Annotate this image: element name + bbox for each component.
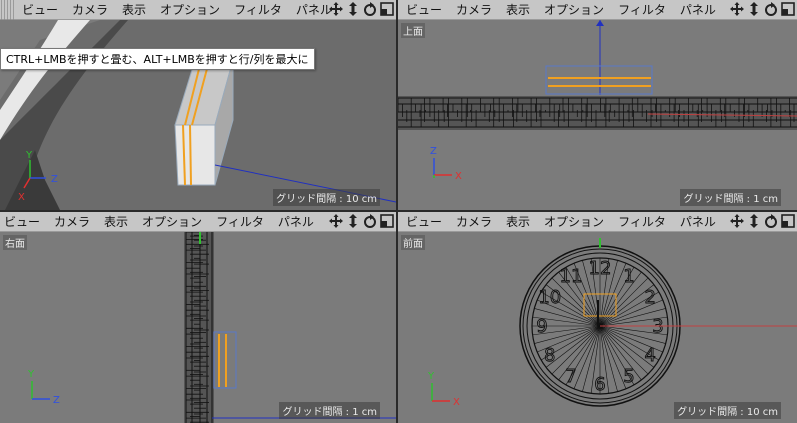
viewport-front[interactable]: ビュー カメラ 表示 オプション フィルタ パネル 12 1 2 3 4 5 6 7 8 9 10 1… <box>398 212 797 423</box>
menu-camera[interactable]: カメラ <box>449 0 499 20</box>
nav-icons <box>730 1 795 17</box>
rotate-icon[interactable] <box>764 213 778 229</box>
menu-display[interactable]: 表示 <box>499 0 537 20</box>
viewport-menubar: ビュー カメラ 表示 オプション フィルタ パネル <box>398 0 797 20</box>
clock-numeral: 10 <box>538 287 561 308</box>
toggle-view-icon[interactable] <box>781 1 795 17</box>
viewport-menubar: ビュー カメラ 表示 オプション フィルタ パネル <box>398 212 797 232</box>
menu-options[interactable]: オプション <box>537 0 611 20</box>
view-title: 上面 <box>401 23 425 38</box>
toggle-view-icon[interactable] <box>781 213 795 229</box>
axis-label-z: Z <box>430 146 437 157</box>
move-icon[interactable] <box>730 213 744 229</box>
axis-label-x: X <box>455 171 462 182</box>
grid-spacing-label: グリッド間隔 : 10 cm <box>273 189 380 206</box>
axis-label-x: X <box>453 397 460 408</box>
menu-display[interactable]: 表示 <box>499 212 537 232</box>
move-icon[interactable] <box>329 213 343 229</box>
clock-numeral: 11 <box>560 266 583 287</box>
menu-display[interactable]: 表示 <box>97 212 135 232</box>
menu-view[interactable]: ビュー <box>0 212 47 232</box>
menu-panel[interactable]: パネル <box>271 212 321 232</box>
menu-camera[interactable]: カメラ <box>47 212 97 232</box>
scale-icon[interactable] <box>346 213 360 229</box>
clock-numeral: 9 <box>536 316 547 337</box>
menu-camera[interactable]: カメラ <box>65 0 115 20</box>
axis-label-z: Z <box>51 174 58 185</box>
viewport-right[interactable]: ビュー カメラ 表示 オプション フィルタ パネル 右面 Y Z グリッド間隔 … <box>0 212 396 423</box>
scale-icon[interactable] <box>747 213 761 229</box>
menu-filter[interactable]: フィルタ <box>611 0 673 20</box>
panel-grip-handle[interactable] <box>1 0 15 20</box>
axis-gizmo: Y Z <box>27 369 60 406</box>
nav-icons <box>329 1 394 17</box>
menu-view[interactable]: ビュー <box>398 0 449 20</box>
axis-label-y: Y <box>25 150 33 161</box>
clock-numeral: 2 <box>645 287 656 308</box>
clock-numeral: 8 <box>544 345 555 366</box>
move-icon[interactable] <box>329 1 343 17</box>
menu-view[interactable]: ビュー <box>398 212 449 232</box>
grid-spacing-label: グリッド間隔 : 1 cm <box>279 402 380 419</box>
view-title: 前面 <box>401 235 425 250</box>
menu-filter[interactable]: フィルタ <box>611 212 673 232</box>
scale-icon[interactable] <box>747 1 761 17</box>
menu-filter[interactable]: フィルタ <box>209 212 271 232</box>
menu-camera[interactable]: カメラ <box>449 212 499 232</box>
tooltip: CTRL+LMBを押すと畳む、ALT+LMBを押すと行/列を最大に <box>0 48 315 70</box>
axis-label-y: Y <box>427 371 435 382</box>
view-title: 右面 <box>3 235 27 250</box>
menu-filter[interactable]: フィルタ <box>227 0 289 20</box>
grid-spacing-label: グリッド間隔 : 1 cm <box>680 189 781 206</box>
toggle-view-icon[interactable] <box>380 1 394 17</box>
menu-panel[interactable]: パネル <box>673 0 723 20</box>
rotate-icon[interactable] <box>363 1 377 17</box>
menu-options[interactable]: オプション <box>135 212 209 232</box>
clock-numeral: 4 <box>645 345 656 366</box>
viewport-perspective[interactable]: ビュー カメラ 表示 オプション フィルタ パネル CTRL+LMBを押すと畳む… <box>0 0 396 210</box>
rotate-icon[interactable] <box>363 213 377 229</box>
front-canvas[interactable]: 12 1 2 3 4 5 6 7 8 9 10 11 前面 Y X グリッド間隔 : 10 cm <box>398 232 797 423</box>
nav-icons <box>329 213 394 229</box>
axis-label-x: X <box>18 192 25 203</box>
move-icon[interactable] <box>730 1 744 17</box>
perspective-canvas[interactable]: CTRL+LMBを押すと畳む、ALT+LMBを押すと行/列を最大に Y Z X … <box>0 20 396 210</box>
viewport-menubar: ビュー カメラ 表示 オプション フィルタ パネル <box>0 0 396 20</box>
menu-view[interactable]: ビュー <box>15 0 65 20</box>
axis-label-z: Z <box>53 395 60 406</box>
clock-numeral: 12 <box>589 258 612 279</box>
clock-object: 12 1234567891011 <box>519 238 797 407</box>
top-canvas[interactable]: 上面 Z X グリッド間隔 : 1 cm <box>398 20 797 210</box>
axis-gizmo: Y X <box>427 371 460 408</box>
clock-numeral: 7 <box>565 366 576 387</box>
clock-numeral: 6 <box>594 374 605 395</box>
clock-numeral: 1 <box>623 266 634 287</box>
menu-options[interactable]: オプション <box>537 212 611 232</box>
clock-numeral: 5 <box>623 366 634 387</box>
menu-options[interactable]: オプション <box>153 0 227 20</box>
nav-icons <box>730 213 795 229</box>
viewport-menubar: ビュー カメラ 表示 オプション フィルタ パネル <box>0 212 396 232</box>
right-canvas[interactable]: 右面 Y Z グリッド間隔 : 1 cm <box>0 232 396 423</box>
menu-display[interactable]: 表示 <box>115 0 153 20</box>
viewport-top[interactable]: ビュー カメラ 表示 オプション フィルタ パネル 上面 Z X グリッド間隔 … <box>398 0 797 210</box>
rotate-icon[interactable] <box>764 1 778 17</box>
menu-panel[interactable]: パネル <box>673 212 723 232</box>
toggle-view-icon[interactable] <box>380 213 394 229</box>
axis-gizmo: Y Z X <box>18 150 58 203</box>
scale-icon[interactable] <box>346 1 360 17</box>
axis-gizmo: Z X <box>430 146 462 182</box>
axis-label-y: Y <box>27 369 35 380</box>
grid-spacing-label: グリッド間隔 : 10 cm <box>674 402 781 419</box>
